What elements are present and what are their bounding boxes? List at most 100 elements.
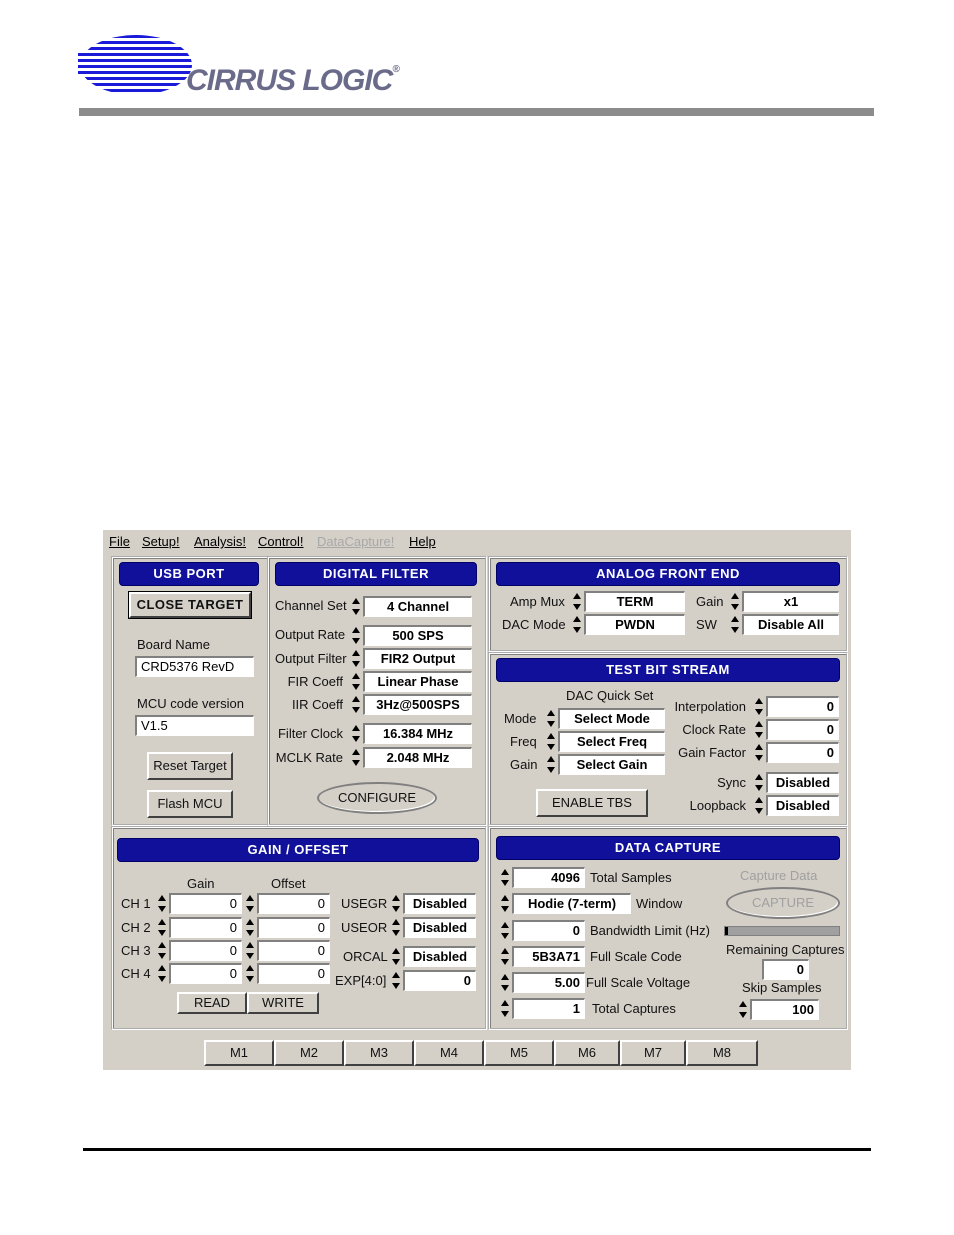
tbs-gain-field[interactable]: Select Gain (558, 754, 665, 775)
output-rate-spinner-icon[interactable] (351, 626, 361, 646)
orcal-spinner-icon[interactable] (391, 947, 401, 967)
filter-clock-spinner-icon[interactable] (351, 724, 361, 744)
mcu-version-field[interactable]: V1.5 (135, 715, 254, 736)
window-spinner-icon[interactable] (500, 894, 510, 914)
loopback-field[interactable]: Disabled (766, 795, 839, 816)
bandwidth-field[interactable]: 0 (512, 920, 585, 941)
macro-m7-button[interactable]: M7 (620, 1040, 686, 1066)
reset-target-button[interactable]: Reset Target (147, 752, 233, 780)
sw-spinner-icon[interactable] (730, 615, 740, 635)
tbs-freq-field[interactable]: Select Freq (558, 731, 665, 752)
ch1-gain-spinner-icon[interactable] (157, 894, 167, 914)
clock-rate-spinner-icon[interactable] (754, 720, 764, 740)
sync-field[interactable]: Disabled (766, 772, 839, 793)
full-scale-voltage-spinner-icon[interactable] (500, 973, 510, 993)
fir-coeff-spinner-icon[interactable] (351, 672, 361, 692)
channel-set-field[interactable]: 4 Channel (363, 596, 472, 617)
menu-setup[interactable]: Setup! (142, 534, 180, 549)
ch1-gain-field[interactable]: 0 (169, 893, 242, 914)
exp-field[interactable]: 0 (403, 970, 476, 991)
enable-tbs-button[interactable]: ENABLE TBS (536, 789, 648, 817)
total-captures-field[interactable]: 1 (512, 998, 585, 1019)
macro-m8-button[interactable]: M8 (686, 1040, 758, 1066)
menu-file[interactable]: File (109, 534, 130, 549)
total-captures-spinner-icon[interactable] (500, 999, 510, 1019)
macro-m3-button[interactable]: M3 (344, 1040, 414, 1066)
dac-mode-field[interactable]: PWDN (584, 614, 685, 635)
ch2-gain-field[interactable]: 0 (169, 917, 242, 938)
iir-coeff-field[interactable]: 3Hz@500SPS (363, 694, 472, 715)
ch4-offset-field[interactable]: 0 (257, 963, 330, 984)
ch3-gain-spinner-icon[interactable] (157, 941, 167, 961)
output-filter-spinner-icon[interactable] (351, 649, 361, 669)
amp-mux-field[interactable]: TERM (584, 591, 685, 612)
afe-gain-field[interactable]: x1 (742, 591, 839, 612)
full-scale-code-spinner-icon[interactable] (500, 947, 510, 967)
clock-rate-field[interactable]: 0 (766, 719, 839, 740)
close-target-button[interactable]: CLOSE TARGET (128, 591, 252, 619)
output-rate-field[interactable]: 500 SPS (363, 625, 472, 646)
full-scale-voltage-field[interactable]: 5.00 (512, 972, 585, 993)
ch2-offset-field[interactable]: 0 (257, 917, 330, 938)
loopback-spinner-icon[interactable] (754, 796, 764, 816)
dac-mode-spinner-icon[interactable] (572, 615, 582, 635)
write-button[interactable]: WRITE (247, 992, 319, 1014)
channel-set-spinner-icon[interactable] (351, 597, 361, 617)
useor-field[interactable]: Disabled (403, 917, 476, 938)
ch1-offset-spinner-icon[interactable] (245, 894, 255, 914)
ch2-gain-spinner-icon[interactable] (157, 918, 167, 938)
full-scale-code-field[interactable]: 5B3A71 (512, 946, 585, 967)
bandwidth-spinner-icon[interactable] (500, 921, 510, 941)
output-filter-field[interactable]: FIR2 Output (363, 648, 472, 669)
flash-mcu-button[interactable]: Flash MCU (147, 790, 233, 818)
ch3-offset-field[interactable]: 0 (257, 940, 330, 961)
ch3-offset-spinner-icon[interactable] (245, 941, 255, 961)
board-name-field[interactable]: CRD5376 RevD (135, 656, 254, 677)
usegr-field[interactable]: Disabled (403, 893, 476, 914)
interpolation-spinner-icon[interactable] (754, 697, 764, 717)
iir-coeff-spinner-icon[interactable] (351, 695, 361, 715)
macro-m5-button[interactable]: M5 (484, 1040, 554, 1066)
total-samples-field[interactable]: 4096 (512, 867, 585, 888)
mclk-rate-spinner-icon[interactable] (351, 748, 361, 768)
ch4-offset-spinner-icon[interactable] (245, 964, 255, 984)
usegr-spinner-icon[interactable] (391, 894, 401, 914)
useor-label: USEOR (341, 920, 388, 935)
tbs-mode-spinner-icon[interactable] (546, 709, 556, 729)
orcal-field[interactable]: Disabled (403, 946, 476, 967)
ch2-offset-spinner-icon[interactable] (245, 918, 255, 938)
skip-samples-spinner-icon[interactable] (738, 1000, 748, 1020)
gain-factor-spinner-icon[interactable] (754, 743, 764, 763)
amp-mux-spinner-icon[interactable] (572, 592, 582, 612)
sw-field[interactable]: Disable All (742, 614, 839, 635)
menu-help[interactable]: Help (409, 534, 436, 549)
exp-spinner-icon[interactable] (391, 971, 401, 991)
ch4-gain-field[interactable]: 0 (169, 963, 242, 984)
total-samples-spinner-icon[interactable] (500, 868, 510, 888)
skip-samples-field[interactable]: 100 (750, 999, 819, 1020)
macro-m4-button[interactable]: M4 (414, 1040, 484, 1066)
tbs-mode-field[interactable]: Select Mode (558, 708, 665, 729)
useor-spinner-icon[interactable] (391, 918, 401, 938)
menu-control[interactable]: Control! (258, 534, 304, 549)
fir-coeff-field[interactable]: Linear Phase (363, 671, 472, 692)
macro-m1-button[interactable]: M1 (204, 1040, 274, 1066)
menu-analysis[interactable]: Analysis! (194, 534, 246, 549)
ch1-offset-field[interactable]: 0 (257, 893, 330, 914)
macro-m6-button[interactable]: M6 (554, 1040, 620, 1066)
tbs-freq-spinner-icon[interactable] (546, 732, 556, 752)
window-field[interactable]: Hodie (7-term) (512, 893, 631, 914)
capture-button[interactable]: CAPTURE (726, 887, 840, 919)
ch4-gain-spinner-icon[interactable] (157, 964, 167, 984)
gain-factor-field[interactable]: 0 (766, 742, 839, 763)
interpolation-field[interactable]: 0 (766, 696, 839, 717)
macro-m2-button[interactable]: M2 (274, 1040, 344, 1066)
read-button[interactable]: READ (177, 992, 247, 1014)
mclk-rate-field[interactable]: 2.048 MHz (363, 747, 472, 768)
sync-spinner-icon[interactable] (754, 773, 764, 793)
configure-button[interactable]: CONFIGURE (317, 782, 437, 814)
tbs-gain-spinner-icon[interactable] (546, 755, 556, 775)
filter-clock-field[interactable]: 16.384 MHz (363, 723, 472, 744)
afe-gain-spinner-icon[interactable] (730, 592, 740, 612)
ch3-gain-field[interactable]: 0 (169, 940, 242, 961)
